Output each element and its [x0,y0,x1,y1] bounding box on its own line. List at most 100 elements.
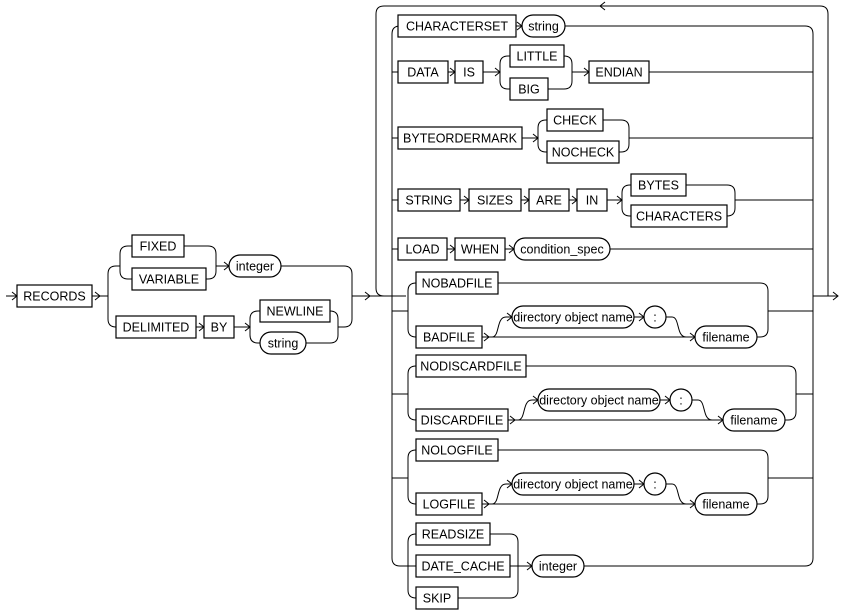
keyword-label: NEWLINE [267,305,324,319]
branch-rail [621,200,631,217]
keyword-label: RECORDS [23,290,86,304]
branch-rail [107,265,120,296]
keyword-label: LOGFILE [423,498,476,512]
keyword-label: VARIABLE [139,273,199,287]
keyword-label: CHARACTERS [636,210,722,224]
variable-directory-object-name: directory object name [537,388,661,412]
join-rail [281,265,353,296]
join-rail [759,282,769,338]
branch-rail [407,449,417,478]
variable-label: integer [236,260,274,274]
keyword-label: WHEN [461,243,499,257]
branch-rail [499,55,510,72]
keyword-nobadfile: NOBADFILE [415,271,499,295]
variable-colon: : [643,472,667,496]
branch-rail [537,138,547,153]
join-rail [329,310,339,327]
keyword-date-cache: DATE_CACHE [415,554,511,578]
join-rail [563,55,573,72]
join-rail [619,138,630,153]
branch-rail [119,245,132,266]
variable-filename: filename [694,325,758,349]
keyword-label: LOAD [405,243,439,257]
branch-rail [537,119,547,138]
branch-rail [119,266,132,280]
keyword-label: CHARACTERSET [406,20,508,34]
keyword-skip: SKIP [415,586,459,610]
keyword-characterset: CHARACTERSET [397,14,517,38]
options-collector-rail [804,25,814,567]
keyword-label: DATA [407,66,439,80]
variable-integer: integer [531,554,585,578]
keyword-label: DATE_CACHE [421,560,504,574]
branch-rail [407,533,417,566]
keyword-label: BYTES [638,179,679,193]
keyword-newline: NEWLINE [259,299,331,323]
keyword-label: NOLOGFILE [421,444,493,458]
keyword-in: IN [576,188,608,212]
keyword-label: ENDIAN [595,66,642,80]
keyword-byteordermark: BYTEORDERMARK [397,126,523,150]
keyword-little: LITTLE [509,44,565,68]
join-rail [603,119,630,138]
keyword-nologfile: NOLOGFILE [415,438,499,462]
branch-rail [621,184,631,200]
keyword-label: CHECK [553,114,597,128]
keyword-load: LOAD [397,237,448,261]
keyword-label: BADFILE [423,331,475,345]
keyword-check: CHECK [546,108,604,132]
variable-label: : [653,311,656,325]
keyword-is: IS [454,60,484,84]
variable-string: string [521,14,566,38]
variable-label: : [653,478,656,492]
join-rail [306,327,339,344]
branch-rail [407,311,417,338]
branch-rail [407,478,417,505]
branch-rail [107,296,117,328]
variable-label: integer [539,560,577,574]
keyword-delimited: DELIMITED [115,315,197,339]
join-rail [726,200,736,217]
keyword-nodiscardfile: NODISCARDFILE [415,354,527,378]
keyword-label: DELIMITED [123,321,190,335]
branch-rail [249,327,260,344]
variable-condition-spec: condition_spec [513,237,611,261]
variable-label: condition_spec [520,243,603,257]
branch-rail [407,566,417,599]
join-rail [184,245,217,266]
keyword-label: NOCHECK [552,146,615,160]
keyword-discardfile: DISCARDFILE [415,408,509,432]
variable-colon: : [669,388,693,412]
keyword-records: RECORDS [16,284,93,308]
join-rail [686,184,736,200]
branch-rail [499,72,510,90]
records-syntax-diagram: RECORDS FIXED VARIABLE integer DELIMITED BY NE… [6,1,839,610]
keyword-label: NODISCARDFILE [420,360,521,374]
variable-colon: : [643,305,667,329]
keyword-sizes: SIZES [468,188,522,212]
keyword-label: BY [211,321,228,335]
keyword-label: LITTLE [517,50,558,64]
join-rail [206,266,217,280]
keyword-label: IS [463,66,475,80]
keyword-label: BIG [518,83,540,97]
variable-label: directory object name [539,394,659,408]
keyword-readsize: READSIZE [415,522,491,546]
keyword-variable: VARIABLE [131,267,207,291]
keyword-are: ARE [528,188,570,212]
keyword-by: BY [203,315,235,339]
keyword-label: NOBADFILE [422,277,493,291]
join-rail [759,449,769,505]
keyword-when: WHEN [454,237,506,261]
keyword-label: READSIZE [422,528,485,542]
variable-label: filename [702,498,749,512]
variable-label: directory object name [513,311,633,325]
join-rail [343,296,353,328]
keyword-endian: ENDIAN [588,60,650,84]
keyword-big: BIG [509,77,549,101]
keyword-fixed: FIXED [131,234,185,258]
variable-label: string [268,337,299,351]
branch-rail [249,310,260,327]
variable-label: string [528,20,559,34]
variable-label: directory object name [513,478,633,492]
